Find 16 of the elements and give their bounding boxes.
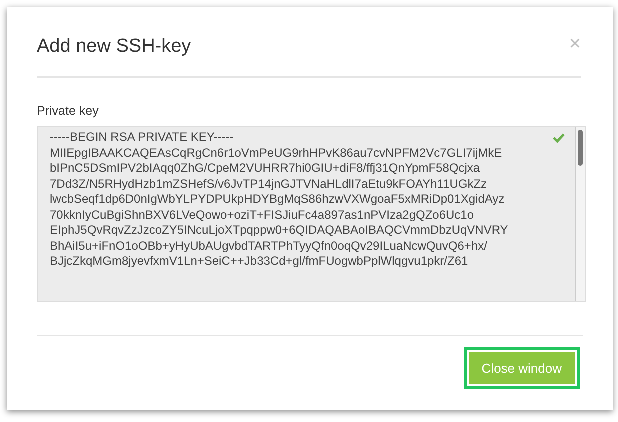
scrollbar[interactable] bbox=[575, 127, 585, 302]
close-window-button[interactable]: Close window bbox=[464, 347, 580, 390]
key-text-line: -----BEGIN RSA PRIVATE KEY----- bbox=[50, 130, 235, 146]
key-text-line: BhAiI5u+iFnO1oOBb+yHyUbAUgvbdTARTPhTyyQfn0oqQv29ILuaNcwQuvQ6+hx/ bbox=[50, 238, 488, 254]
key-text-line: MIIEpgIBAAKCAQEAsCqRgCn6r1oVmPeUG9rhHPvK86au7cvNPFM2Vc7GLI7ijMkE bbox=[50, 146, 504, 162]
field-label: Private key bbox=[37, 102, 100, 120]
close-button[interactable]: × bbox=[569, 34, 581, 54]
key-text-line: EIphJ5QvRqvZzJzcoZY5INcuLjoXTpqppw0+6QIDAQABAoIBAQCVmmDbzUqVNVRY bbox=[50, 223, 510, 239]
key-text-line: 70kknIyCuBgiShnBXV6LVeQowo+oziT+FISJiuFc4a897as1nPVIza2gQZo6Uc1o bbox=[50, 208, 476, 224]
key-text-line: bIPnC5DSmIPV2bIAqq0ZhG/CpeM2VUHRR7hi0GIU+diF8/ffj31QnYpmF58Qcjxa bbox=[50, 161, 482, 177]
key-text-line: BJjcZkqMGm8jyevfxmV1Ln+SeiC++Jb33Cd+gl/fmFUogwbPplWlqgvu1pkr/Z61 bbox=[50, 254, 470, 270]
scrollbar-thumb[interactable] bbox=[578, 130, 583, 166]
key-text-line: 7Dd3Z/N5RHydHzb1mZSHefS/v6JvTP14jnGJTVNaHLdlI7aEtu9kFOAYh11UGkZz bbox=[50, 176, 488, 192]
private-key-field[interactable] bbox=[37, 126, 586, 302]
key-text-line: lwcbSeqf1dp6D0nIgWbYLPYDPUkpHDYBgMqS86hzwVXWgoaF5xMRiDp01XgidAyz bbox=[50, 192, 506, 208]
dialog-title: Add new SSH-key bbox=[37, 35, 192, 59]
